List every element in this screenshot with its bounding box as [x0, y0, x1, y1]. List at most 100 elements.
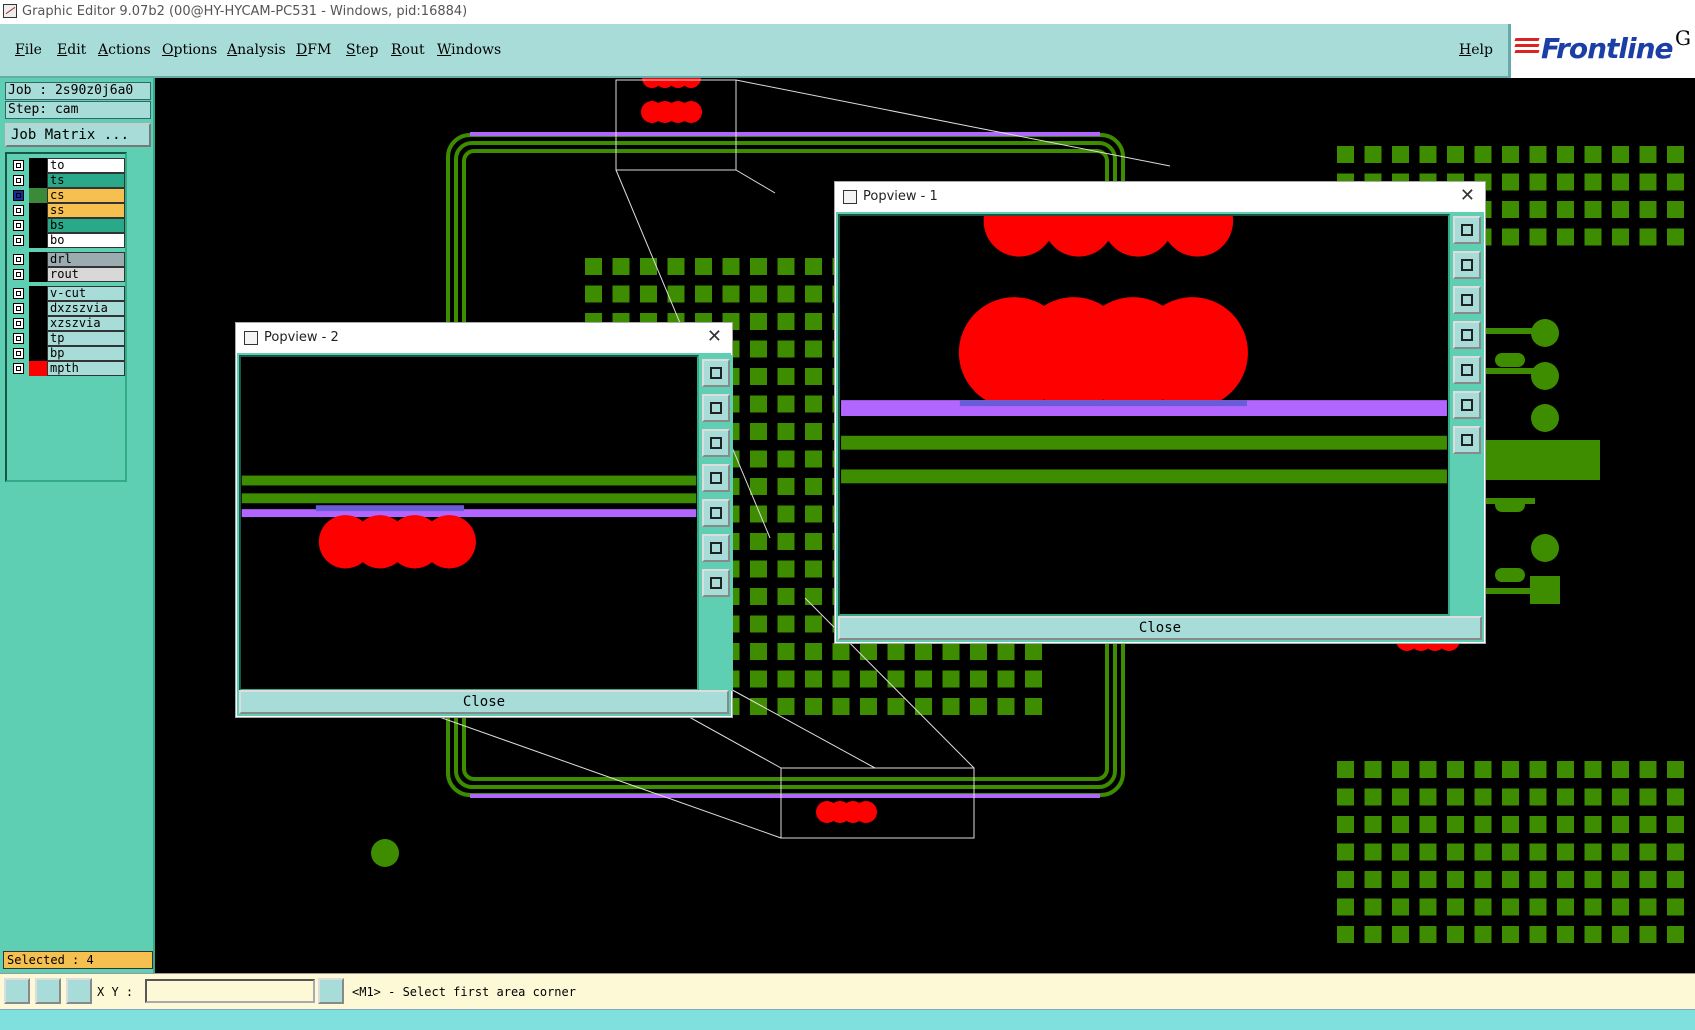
zoom-home-icon[interactable]	[1453, 426, 1481, 454]
job-matrix-button[interactable]: Job Matrix ...	[5, 123, 151, 147]
pad	[1025, 643, 1042, 660]
layer-row-dxzszvia[interactable]: dxzszvia	[11, 301, 125, 316]
pad	[777, 698, 795, 715]
layer-row-cs[interactable]: cs	[11, 188, 125, 203]
pad	[750, 505, 767, 523]
menu-dfm[interactable]: DFM	[296, 42, 331, 58]
zoom-in-icon[interactable]	[1453, 216, 1481, 244]
grid-icon[interactable]	[66, 978, 92, 1004]
layer-row-tp[interactable]: tp	[11, 331, 125, 346]
menu-actions[interactable]: Actions	[98, 42, 151, 58]
pan-down-icon[interactable]	[1453, 286, 1481, 314]
popview-1-view[interactable]	[838, 214, 1450, 616]
status-bar: X Y : <M1> - Select first area corner	[0, 973, 1695, 1010]
layer-row-ss[interactable]: ss	[11, 203, 125, 218]
layer-row-to[interactable]: to	[11, 158, 125, 173]
layer-name[interactable]: dxzszvia	[47, 301, 125, 316]
info-icon[interactable]	[318, 978, 344, 1004]
layer-row-xzszvia[interactable]: xzszvia	[11, 316, 125, 331]
menu-options[interactable]: Options	[162, 42, 217, 58]
layer-row-ts[interactable]: ts	[11, 173, 125, 188]
fit-icon[interactable]	[702, 534, 730, 562]
layer-checkbox[interactable]	[13, 288, 24, 299]
pad	[695, 285, 712, 303]
layer-name[interactable]: cs	[47, 188, 125, 203]
pad	[1447, 816, 1464, 833]
logo-text: Frontline	[1541, 32, 1674, 65]
layer-checkbox[interactable]	[13, 235, 24, 246]
pan-left-icon[interactable]	[1453, 321, 1481, 349]
layer-row-mpth[interactable]: mpth	[11, 361, 125, 376]
layer-checkbox[interactable]	[13, 254, 24, 265]
fit-icon[interactable]	[1453, 391, 1481, 419]
pad	[1502, 201, 1519, 218]
pad	[1025, 698, 1042, 715]
layer-name[interactable]: drl	[47, 252, 125, 267]
menu-analysis[interactable]: Analysis	[227, 42, 286, 58]
layer-name[interactable]: ts	[47, 173, 125, 188]
layer-row-rout[interactable]: rout	[11, 267, 125, 282]
pad	[805, 258, 822, 275]
pad	[777, 615, 795, 633]
pad	[750, 423, 767, 440]
layer-name[interactable]: tp	[47, 331, 125, 346]
layer-checkbox[interactable]	[13, 160, 24, 171]
layer-row-bp[interactable]: bp	[11, 346, 125, 361]
pan-right-icon[interactable]	[1453, 356, 1481, 384]
layer-name[interactable]: bo	[47, 233, 125, 248]
layer-name[interactable]: bp	[47, 346, 125, 361]
pad	[1392, 761, 1409, 778]
layer-name[interactable]: mpth	[47, 361, 125, 376]
pad	[1612, 228, 1629, 246]
menu-step[interactable]: Step	[346, 42, 378, 58]
layer-checkbox[interactable]	[13, 190, 24, 201]
pad	[1584, 228, 1602, 246]
layer-name[interactable]: ss	[47, 203, 125, 218]
pan-up-icon[interactable]	[1453, 251, 1481, 279]
pan-left-icon[interactable]	[702, 464, 730, 492]
layer-row-drl[interactable]: drl	[11, 252, 125, 267]
pad	[777, 478, 795, 495]
pad	[997, 670, 1015, 688]
layer-name[interactable]: xzszvia	[47, 316, 125, 331]
pad	[997, 698, 1015, 715]
popview-2-close-button[interactable]: Close	[239, 690, 729, 714]
menu-file[interactable]: File	[15, 42, 42, 58]
layer-row-v-cut[interactable]: v-cut	[11, 286, 125, 301]
popview-1-close-icon[interactable]: ✕	[1460, 185, 1475, 206]
layer-checkbox[interactable]	[13, 205, 24, 216]
layer-name[interactable]: to	[47, 158, 125, 173]
layer-checkbox[interactable]	[13, 220, 24, 231]
popview-2-view[interactable]	[239, 355, 699, 691]
pad	[1639, 228, 1657, 246]
pan-up-icon[interactable]	[702, 394, 730, 422]
layer-name[interactable]: rout	[47, 267, 125, 282]
menu-edit[interactable]: Edit	[57, 42, 86, 58]
pad	[777, 285, 795, 303]
layer-checkbox[interactable]	[13, 303, 24, 314]
layer-checkbox[interactable]	[13, 348, 24, 359]
layer-row-bs[interactable]: bs	[11, 218, 125, 233]
layer-checkbox[interactable]	[13, 333, 24, 344]
layer-name[interactable]: v-cut	[47, 286, 125, 301]
layer-name[interactable]: bs	[47, 218, 125, 233]
layer-checkbox[interactable]	[13, 269, 24, 280]
pad	[1557, 788, 1574, 806]
layer-checkbox[interactable]	[13, 318, 24, 329]
zoom-home-icon[interactable]	[702, 569, 730, 597]
menu-help[interactable]: Help	[1459, 42, 1493, 58]
layer-checkbox[interactable]	[13, 175, 24, 186]
measure-icon[interactable]	[35, 978, 61, 1004]
layer-row-bo[interactable]: bo	[11, 233, 125, 248]
pan-right-icon[interactable]	[702, 499, 730, 527]
menu-windows[interactable]: Windows	[437, 42, 501, 58]
pad	[805, 340, 822, 358]
snap-mode-icon[interactable]	[4, 978, 30, 1004]
layer-checkbox[interactable]	[13, 363, 24, 374]
menu-rout[interactable]: Rout	[391, 42, 425, 58]
zoom-in-icon[interactable]	[702, 359, 730, 387]
pan-down-icon[interactable]	[702, 429, 730, 457]
popview-1-close-button[interactable]: Close	[838, 616, 1482, 640]
popview-2-close-icon[interactable]: ✕	[707, 326, 722, 347]
xy-input[interactable]	[145, 979, 315, 1003]
